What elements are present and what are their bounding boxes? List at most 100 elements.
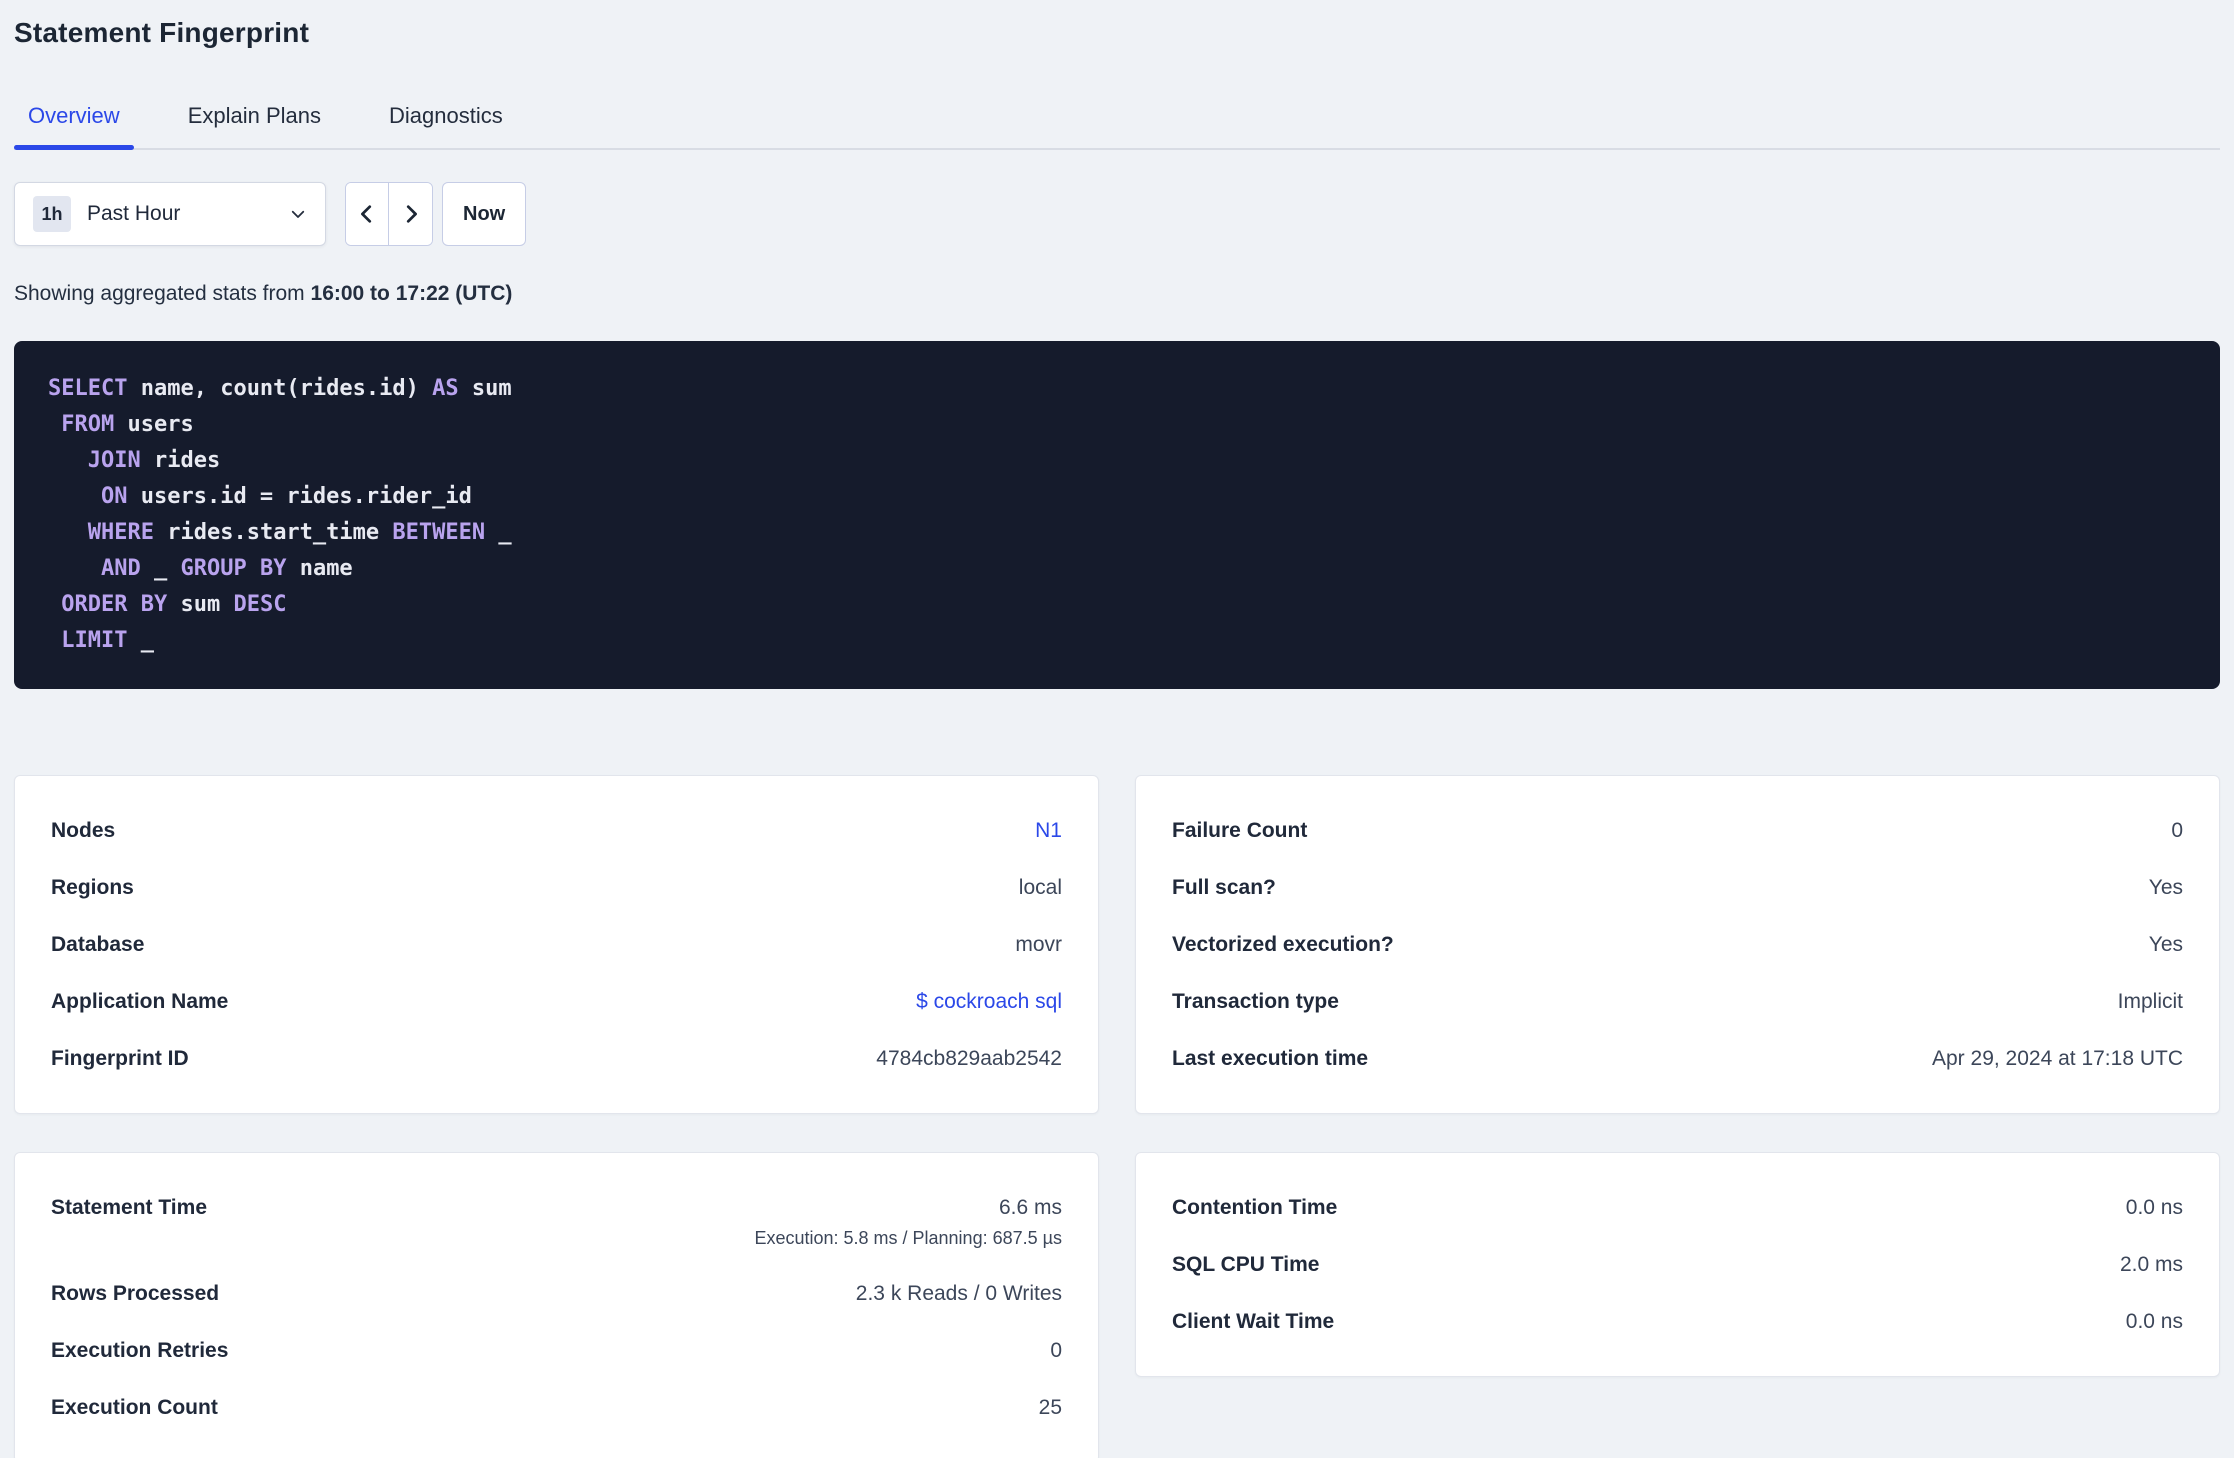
- page-title: Statement Fingerprint: [14, 17, 310, 48]
- info-row: Last execution time Apr 29, 2024 at 17:18…: [1172, 1030, 2183, 1087]
- sql-keyword: SELECT: [48, 376, 128, 401]
- info-row: Client Wait Time 0.0 ns: [1172, 1293, 2183, 1350]
- statement-details-card: Nodes N1 Regions local Database movr Applicati…: [14, 775, 1099, 1114]
- sql-keyword: DESC: [233, 592, 287, 617]
- aggregated-stats-prefix: Showing aggregated stats from: [14, 282, 311, 305]
- aggregated-stats-range: 16:00 to 17:22 (UTC): [310, 282, 513, 305]
- sql-text: users.id = rides.rider_id: [127, 484, 472, 509]
- sql-text: name, count(rides.id): [127, 376, 433, 401]
- statement-times-card: Statement Time 6.6 ms Execution: 5.8 ms / …: [14, 1152, 1099, 1458]
- tab-bar: Overview Explain Plans Diagnostics: [14, 102, 2220, 150]
- row-value: 6.6 ms: [998, 1196, 1062, 1219]
- sql-keyword: LIMIT: [61, 628, 128, 653]
- tab-diagnostics[interactable]: Diagnostics: [375, 102, 517, 148]
- sql-statement-box: SELECT name, count(rides.id) AS sum FROM…: [14, 341, 2220, 689]
- sql-keyword: ON: [100, 484, 128, 509]
- info-row: Full scan? Yes: [1172, 859, 2183, 916]
- row-value-group: Implicit: [2118, 988, 2183, 1015]
- row-value-group: 2.3 k Reads / 0 Writes: [856, 1280, 1062, 1307]
- info-row: Execution Retries 0: [51, 1322, 1062, 1379]
- tab-overview-label: Overview: [28, 103, 120, 128]
- row-value: 2.3 k Reads / 0 Writes: [855, 1282, 1062, 1305]
- row-label: Application Name: [51, 990, 229, 1013]
- row-label: Nodes: [51, 819, 116, 842]
- row-label: SQL CPU Time: [1172, 1253, 1320, 1276]
- sql-text: _: [485, 520, 512, 545]
- aggregated-stats-text: Showing aggregated stats from 16:00 to 1…: [14, 280, 2220, 307]
- info-row: Nodes N1: [51, 802, 1062, 859]
- sql-line: LIMIT _: [48, 623, 2186, 659]
- row-label: Statement Time: [51, 1196, 207, 1219]
- sql-line: AND _ GROUP BY name: [48, 551, 2186, 587]
- sql-text: users: [114, 412, 194, 437]
- tab-overview[interactable]: Overview: [14, 102, 134, 150]
- row-value: 0.0 ns: [2125, 1310, 2183, 1333]
- row-label: Regions: [51, 876, 134, 899]
- row-label: Execution Retries: [51, 1339, 229, 1362]
- tab-explain-plans[interactable]: Explain Plans: [174, 102, 335, 148]
- info-row: Application Name $ cockroach sql: [51, 973, 1062, 1030]
- row-value: 0: [2171, 819, 2183, 842]
- row-label: Fingerprint ID: [51, 1047, 189, 1070]
- execution-attributes-card: Failure Count 0 Full scan? Yes Vectorized ex…: [1135, 775, 2220, 1114]
- info-row: Fingerprint ID 4784cb829aab2542: [51, 1030, 1062, 1087]
- row-value-group: 2.0 ms: [2120, 1251, 2183, 1278]
- sql-keyword: ORDER BY: [61, 592, 168, 617]
- row-value-group: $ cockroach sql: [916, 988, 1062, 1015]
- chevron-down-icon: [291, 210, 305, 218]
- sql-line: SELECT name, count(rides.id) AS sum: [48, 371, 2186, 407]
- row-value: 2.0 ms: [2119, 1253, 2183, 1276]
- sql-text: rides: [140, 448, 221, 473]
- time-range-label: Past Hour: [87, 202, 181, 225]
- row-label: Failure Count: [1172, 819, 1308, 842]
- row-label: Transaction type: [1172, 990, 1339, 1013]
- chevron-right-icon: [406, 205, 417, 223]
- row-value-group: Apr 29, 2024 at 17:18 UTC: [1932, 1045, 2183, 1072]
- row-label: Full scan?: [1172, 876, 1276, 899]
- tab-explain-plans-label: Explain Plans: [187, 103, 321, 128]
- info-row: Database movr: [51, 916, 1062, 973]
- row-label: Vectorized execution?: [1172, 933, 1394, 956]
- info-row: Vectorized execution? Yes: [1172, 916, 2183, 973]
- row-value-group: 0.0 ns: [2126, 1194, 2183, 1221]
- now-button[interactable]: Now: [442, 182, 527, 246]
- row-value: Implicit: [2117, 990, 2183, 1013]
- info-row: Statement Time 6.6 ms Execution: 5.8 ms / …: [51, 1179, 1062, 1265]
- row-value-group: Yes: [2149, 931, 2183, 958]
- sql-text: name: [286, 556, 353, 581]
- info-row: Regions local: [51, 859, 1062, 916]
- sql-keyword: BETWEEN: [392, 520, 486, 545]
- row-label: Database: [51, 933, 145, 956]
- row-label: Rows Processed: [51, 1282, 220, 1305]
- row-value-link[interactable]: $ cockroach sql: [916, 990, 1062, 1013]
- row-value-group: 25: [1039, 1394, 1062, 1421]
- active-tab-underline: [14, 145, 134, 150]
- row-label: Contention Time: [1172, 1196, 1338, 1219]
- info-row: Transaction type Implicit: [1172, 973, 2183, 1030]
- row-value: 0: [1050, 1339, 1062, 1362]
- sql-text: _: [127, 628, 154, 653]
- row-label: Last execution time: [1172, 1047, 1369, 1070]
- sql-line: FROM users: [48, 407, 2186, 443]
- next-range-button[interactable]: [389, 183, 432, 245]
- row-label: Client Wait Time: [1172, 1310, 1335, 1333]
- time-range-picker[interactable]: 1h Past Hour: [14, 182, 326, 246]
- row-value-link[interactable]: N1: [1035, 819, 1062, 842]
- row-value-group: movr: [1015, 931, 1062, 958]
- sql-keyword: WHERE: [87, 520, 154, 545]
- sql-line: ORDER BY sum DESC: [48, 587, 2186, 623]
- row-label: Execution Count: [51, 1396, 218, 1419]
- previous-range-button[interactable]: [346, 183, 389, 245]
- info-row: Failure Count 0: [1172, 802, 2183, 859]
- row-value-group: 4784cb829aab2542: [876, 1045, 1062, 1072]
- wait-times-card: Contention Time 0.0 ns SQL CPU Time 2.0 ms C…: [1135, 1152, 2220, 1377]
- sql-text: sum: [458, 376, 512, 401]
- row-subvalue: Execution: 5.8 ms / Planning: 687.5 µs: [754, 1228, 1062, 1248]
- sql-line: JOIN rides: [48, 443, 2186, 479]
- row-value-group: 6.6 ms Execution: 5.8 ms / Planning: 687.…: [754, 1194, 1062, 1250]
- sql-text: rides.start_time: [153, 520, 393, 545]
